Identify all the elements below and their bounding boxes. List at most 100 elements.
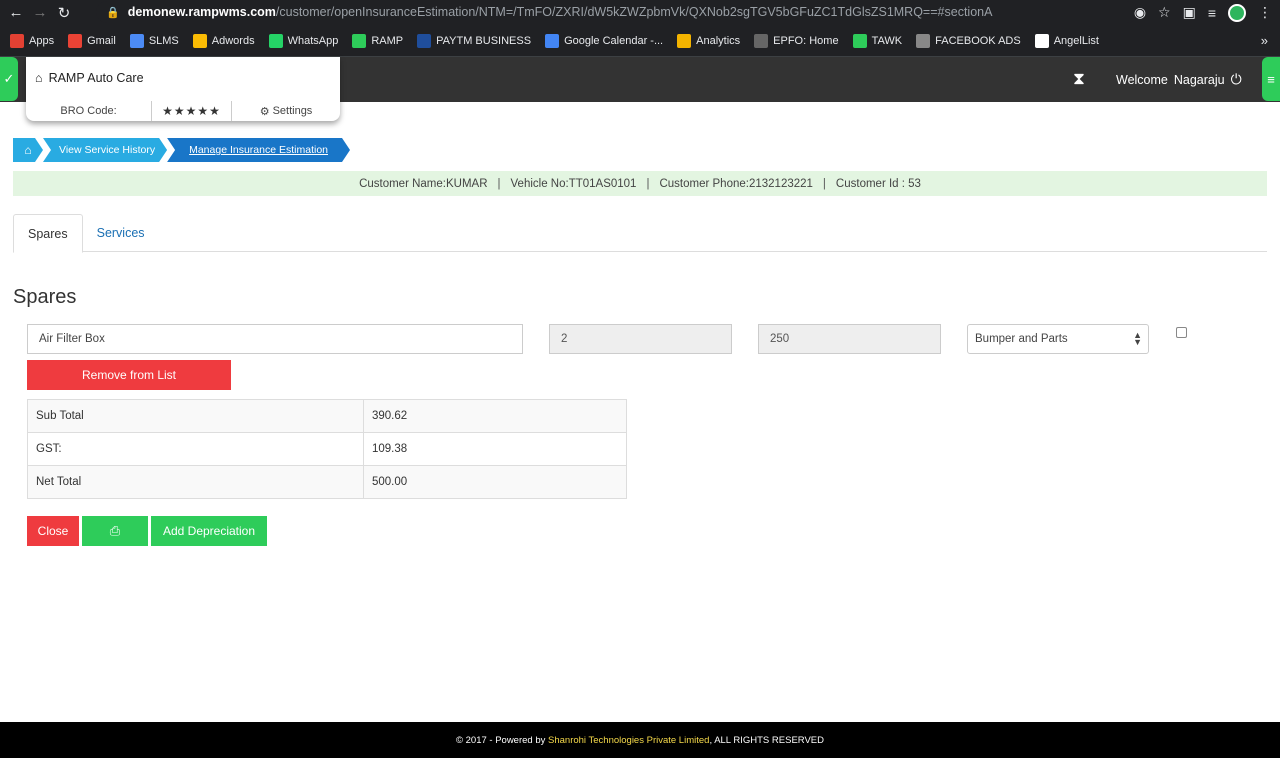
quantity-input[interactable]: 2	[549, 324, 732, 354]
totals-label: GST:	[27, 432, 364, 466]
tab-spares[interactable]: Spares	[13, 214, 83, 253]
gear-icon: ⚙	[259, 105, 270, 118]
welcome-label: Welcome	[1116, 72, 1168, 87]
bookmark-label: SLMS	[148, 34, 179, 47]
totals-value: 390.62	[363, 399, 627, 433]
customer-info-bar: Customer Name:KUMAR | Vehicle No:TT01AS0…	[13, 171, 1267, 196]
bookmark-favicon-icon	[10, 33, 24, 48]
bookmark-favicon-icon	[417, 33, 432, 48]
welcome-user[interactable]: Welcome Nagaraju ⏻	[1116, 71, 1242, 88]
bookmark-label: EPFO: Home	[773, 34, 839, 47]
bookmark-item[interactable]: FACEBOOK ADS	[916, 33, 1021, 48]
totals-label: Net Total	[27, 465, 364, 499]
bookmark-favicon-icon	[677, 33, 692, 48]
forward-arrow-icon[interactable]: →	[28, 4, 52, 21]
brand-card: ⌂ RAMP Auto Care BRO Code: ★★★★★ ⚙ Setti…	[26, 57, 340, 121]
separator: |	[646, 177, 650, 190]
bookmark-label: PAYTM BUSINESS	[436, 34, 532, 47]
bookmark-favicon-icon	[268, 33, 283, 48]
bookmark-label: RAMP	[371, 34, 404, 47]
bookmark-label: Gmail	[87, 34, 116, 47]
category-select[interactable]: Bumper and Parts ▲ ▼	[967, 324, 1149, 354]
bookmark-favicon-icon	[852, 33, 867, 48]
totals-row: Net Total 500.00	[27, 465, 627, 499]
totals-value: 109.38	[363, 432, 627, 466]
settings-link[interactable]: ⚙ Settings	[232, 101, 340, 121]
bookmark-item[interactable]: Analytics	[677, 33, 741, 48]
breadcrumb-manage-insurance-estimation[interactable]: Manage Insurance Estimation	[167, 138, 350, 162]
separator: |	[497, 177, 501, 190]
totals-row: Sub Total 390.62	[27, 399, 627, 433]
totals-label: Sub Total	[27, 399, 364, 433]
bookmark-label: TAWK	[871, 34, 903, 47]
bookmark-item[interactable]: AngelList	[1034, 33, 1099, 48]
menu-toggle-icon[interactable]: ≡	[1262, 57, 1280, 101]
camera-extension-icon[interactable]: ▣	[1183, 4, 1196, 21]
settings-label: Settings	[272, 105, 313, 117]
print-button[interactable]: ⎙	[82, 516, 148, 546]
bookmark-item[interactable]: RAMP	[352, 33, 404, 48]
bookmark-favicon-icon	[129, 33, 144, 48]
browser-toolbar: ← → ↻ 🔒 demonew.rampwms.com/customer/ope…	[0, 0, 1280, 25]
customer-name: Customer Name:KUMAR	[359, 177, 488, 190]
category-selected-value: Bumper and Parts	[975, 333, 1068, 345]
brand-name: RAMP Auto Care	[48, 71, 144, 85]
bookmarks-bar: Apps Gmail SLMS Adwords WhatsApp RAMP PAYTM BU…	[0, 25, 1280, 57]
add-depreciation-button[interactable]: Add Depreciation	[151, 516, 267, 546]
bookmark-item[interactable]: SLMS	[129, 33, 179, 48]
vehicle-number: Vehicle No:TT01AS0101	[510, 177, 637, 190]
bookmark-item[interactable]: Gmail	[68, 33, 116, 48]
bro-code-label: BRO Code:	[26, 101, 152, 121]
remove-from-list-button[interactable]: Remove from List	[27, 360, 231, 390]
star-bookmark-icon[interactable]: ☆	[1158, 4, 1171, 21]
section-title: Spares	[13, 286, 77, 308]
bookmark-item[interactable]: TAWK	[852, 33, 903, 48]
footer-prefix: © 2017 - Powered by	[455, 734, 546, 746]
totals-row: GST: 109.38	[27, 432, 627, 466]
bookmark-item[interactable]: WhatsApp	[268, 33, 338, 48]
totals-table: Sub Total 390.62 GST: 109.38 Net Total 500.00	[27, 399, 627, 499]
dashboard-toggle-icon[interactable]: ✓	[0, 57, 18, 101]
breadcrumb-view-service-history[interactable]: View Service History	[43, 138, 167, 162]
separator: |	[822, 177, 826, 190]
customer-id: Customer Id : 53	[835, 177, 921, 190]
power-icon[interactable]: ⏻	[1231, 71, 1242, 88]
media-queue-icon[interactable]: ≡	[1208, 5, 1216, 21]
bookmark-label: Apps	[29, 34, 55, 47]
tab-services[interactable]: Services	[83, 214, 159, 252]
bookmark-label: AngelList	[1053, 34, 1099, 47]
location-icon[interactable]: ◉	[1134, 4, 1146, 21]
spare-select-checkbox[interactable]	[1176, 327, 1187, 338]
rating-stars-icon: ★★★★★	[152, 101, 232, 121]
footer-company-link[interactable]: Shanrohi Technologies Private Limited	[548, 735, 709, 746]
bookmark-favicon-icon	[754, 33, 769, 48]
hourglass-icon[interactable]: ⧗	[1073, 69, 1085, 89]
footer: © 2017 - Powered by Shanrohi Technologie…	[0, 722, 1280, 758]
browser-menu-icon[interactable]: ⋮	[1258, 4, 1272, 21]
bookmark-item[interactable]: EPFO: Home	[754, 33, 839, 48]
customer-phone: Customer Phone:2132123221	[659, 177, 813, 190]
breadcrumb-home-icon[interactable]: ⌂	[13, 138, 43, 162]
totals-value: 500.00	[363, 465, 627, 499]
tab-bar: Spares Services	[13, 214, 1267, 253]
footer-suffix: , ALL RIGHTS RESERVED	[709, 734, 825, 746]
bookmark-label: Google Calendar -...	[564, 34, 664, 47]
profile-avatar-icon[interactable]	[1228, 3, 1246, 22]
spare-name-input[interactable]: Air Filter Box	[27, 324, 523, 354]
close-button[interactable]: Close	[27, 516, 79, 546]
price-input[interactable]: 250	[758, 324, 941, 354]
breadcrumb: ⌂ View Service History Manage Insurance …	[13, 138, 350, 162]
brand-title[interactable]: ⌂ RAMP Auto Care	[35, 71, 144, 85]
reload-icon[interactable]: ↻	[52, 4, 76, 22]
bookmark-item[interactable]: Adwords	[192, 33, 255, 48]
bookmark-favicon-icon	[352, 33, 367, 48]
bookmark-item[interactable]: Apps	[10, 33, 55, 48]
bookmark-favicon-icon	[545, 33, 560, 48]
bookmarks-overflow-icon[interactable]: »	[1261, 33, 1268, 48]
address-bar[interactable]: 🔒 demonew.rampwms.com/customer/openInsur…	[96, 1, 1138, 23]
bookmark-label: Analytics	[696, 34, 741, 47]
bookmark-item[interactable]: Google Calendar -...	[545, 33, 664, 48]
back-arrow-icon[interactable]: ←	[4, 4, 28, 21]
bookmark-item[interactable]: PAYTM BUSINESS	[417, 33, 532, 48]
bookmark-label: FACEBOOK ADS	[935, 34, 1021, 47]
